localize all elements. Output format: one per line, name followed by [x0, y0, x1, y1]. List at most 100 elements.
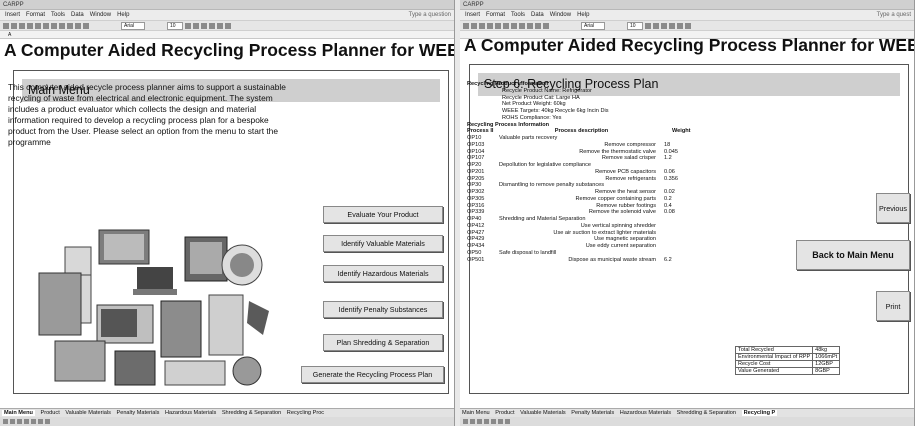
sheet-tab-hazardous[interactable]: Hazardous Materials — [165, 410, 216, 416]
plan-shredding-separation-button[interactable]: Plan Shredding & Separation — [323, 334, 443, 351]
bold-icon[interactable] — [644, 22, 651, 29]
process-description: Dismantling to remove penalty substances — [499, 182, 605, 189]
menu-window[interactable]: Window — [550, 10, 571, 20]
draw-oval-icon[interactable] — [24, 419, 29, 424]
sheet-tab-product[interactable]: Product — [40, 410, 59, 416]
new-icon[interactable] — [463, 22, 469, 29]
identify-valuable-materials-button[interactable]: Identify Valuable Materials — [323, 235, 443, 252]
sheet-tab-penalty[interactable]: Penalty Materials — [116, 410, 159, 416]
sheet-tab-penalty[interactable]: Penalty Materials — [571, 410, 614, 416]
identify-penalty-substances-button[interactable]: Identify Penalty Substances — [323, 301, 443, 318]
draw-oval-icon[interactable] — [484, 419, 489, 424]
undo-icon[interactable] — [59, 22, 65, 29]
sheet-tab-valuable[interactable]: Valuable Materials — [520, 410, 566, 416]
menu-window[interactable]: Window — [90, 10, 111, 20]
back-to-main-menu-button[interactable]: Back to Main Menu — [796, 240, 910, 270]
draw-textbox-icon[interactable] — [491, 419, 496, 424]
evaluate-product-button[interactable]: Evaluate Your Product — [323, 206, 443, 223]
align-center-icon[interactable] — [676, 22, 683, 29]
autosum-icon[interactable] — [75, 22, 81, 29]
identify-hazardous-materials-button[interactable]: Identify Hazardous Materials — [323, 265, 443, 282]
align-left-icon[interactable] — [668, 22, 675, 29]
help-question-box[interactable]: Type a quest — [877, 10, 914, 20]
save-icon[interactable] — [479, 22, 485, 29]
autosum-icon[interactable] — [535, 22, 541, 29]
fill-color-icon[interactable] — [498, 419, 503, 424]
menu-data[interactable]: Data — [531, 10, 544, 20]
open-icon[interactable] — [11, 22, 17, 29]
cut-icon[interactable] — [35, 22, 41, 29]
menu-help[interactable]: Help — [117, 10, 129, 20]
cut-icon[interactable] — [495, 22, 501, 29]
sheet-tab-hazardous[interactable]: Hazardous Materials — [620, 410, 671, 416]
menu-insert[interactable]: Insert — [5, 10, 20, 20]
menu-help[interactable]: Help — [577, 10, 589, 20]
copy-icon[interactable] — [503, 22, 509, 29]
bold-icon[interactable] — [184, 22, 191, 29]
open-icon[interactable] — [471, 22, 477, 29]
font-size-select[interactable]: 10 — [167, 21, 183, 30]
process-plan-sheet: Recycling Product Information Recycle Pr… — [467, 81, 767, 263]
previous-button[interactable]: Previous — [876, 193, 910, 223]
align-left-icon[interactable] — [208, 22, 215, 29]
menu-tools[interactable]: Tools — [51, 10, 65, 20]
sheet-tab-valuable[interactable]: Valuable Materials — [65, 410, 111, 416]
underline-icon[interactable] — [200, 22, 207, 29]
plan-row: OP316 Remove rubber footings 0.4 — [467, 203, 767, 210]
paste-icon[interactable] — [511, 22, 517, 29]
font-name-select[interactable]: Arial — [581, 21, 606, 30]
fill-color-icon[interactable] — [38, 419, 43, 424]
process-code: OP205 — [467, 175, 485, 182]
sheet-tab-recycling[interactable]: Recycling P — [741, 410, 778, 416]
font-color-icon[interactable] — [45, 419, 50, 424]
redo-icon[interactable] — [527, 22, 533, 29]
font-size-select[interactable]: 10 — [627, 21, 643, 30]
print-icon[interactable] — [27, 22, 33, 29]
process-weight: 6.2 — [664, 256, 672, 263]
plan-row: OP20 Depollution for legislative complian… — [467, 162, 767, 169]
menu-insert[interactable]: Insert — [465, 10, 480, 20]
sheet-tab-main-menu[interactable]: Main Menu — [2, 410, 35, 416]
draw-line-icon[interactable] — [470, 419, 475, 424]
draw-rect-icon[interactable] — [17, 419, 22, 424]
italic-icon[interactable] — [192, 22, 199, 29]
draw-rect-icon[interactable] — [477, 419, 482, 424]
weee-products-collage — [37, 225, 272, 392]
print-icon[interactable] — [487, 22, 493, 29]
undo-icon[interactable] — [519, 22, 525, 29]
sheet-tab-product[interactable]: Product — [495, 410, 514, 416]
menu-tools[interactable]: Tools — [511, 10, 525, 20]
sort-icon[interactable] — [83, 22, 89, 29]
generate-process-plan-button[interactable]: Generate the Recycling Process Plan — [301, 366, 444, 383]
underline-icon[interactable] — [660, 22, 667, 29]
sort-icon[interactable] — [543, 22, 549, 29]
sheet-tab-shredding[interactable]: Shredding & Separation — [677, 410, 736, 416]
process-description: Remove compressor — [604, 141, 656, 148]
sheet-tab-recycling[interactable]: Recycling Proc — [287, 410, 324, 416]
menu-data[interactable]: Data — [71, 10, 84, 20]
italic-icon[interactable] — [652, 22, 659, 29]
menu-format[interactable]: Format — [26, 10, 45, 20]
font-name-select[interactable]: Arial — [121, 21, 146, 30]
paste-icon[interactable] — [51, 22, 57, 29]
sheet-tab-shredding[interactable]: Shredding & Separation — [222, 410, 281, 416]
draw-arrow-icon[interactable] — [463, 419, 468, 424]
font-color-icon[interactable] — [505, 419, 510, 424]
sheet-tab-main-menu[interactable]: Main Menu — [462, 410, 490, 416]
new-icon[interactable] — [3, 22, 9, 29]
draw-arrow-icon[interactable] — [3, 419, 8, 424]
menu-format[interactable]: Format — [486, 10, 505, 20]
kettle-shape — [208, 294, 244, 356]
align-center-icon[interactable] — [216, 22, 223, 29]
formula-bar[interactable]: A — [0, 31, 454, 39]
copy-icon[interactable] — [43, 22, 49, 29]
redo-icon[interactable] — [67, 22, 73, 29]
align-right-icon[interactable] — [684, 22, 691, 29]
summary-row: Total Recycled 48kg — [734, 346, 841, 354]
print-button[interactable]: Print — [876, 291, 910, 321]
save-icon[interactable] — [19, 22, 25, 29]
align-right-icon[interactable] — [224, 22, 231, 29]
draw-line-icon[interactable] — [10, 419, 15, 424]
draw-textbox-icon[interactable] — [31, 419, 36, 424]
help-question-box[interactable]: Type a question — [409, 10, 454, 20]
